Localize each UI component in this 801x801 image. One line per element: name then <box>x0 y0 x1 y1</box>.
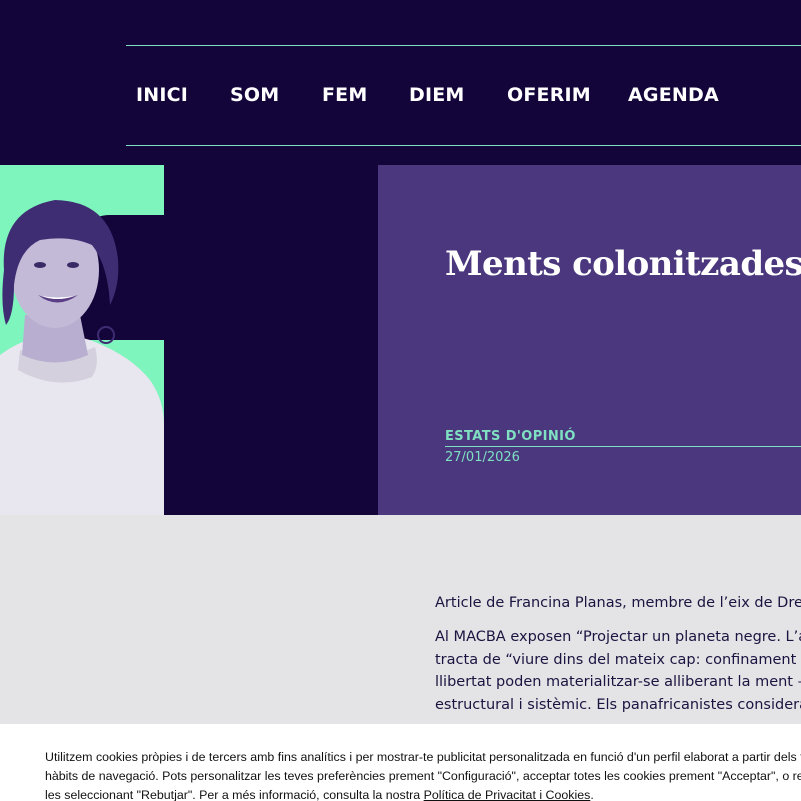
cookie-line: Utilitzem cookies pròpies i de tercers a… <box>45 750 801 764</box>
paragraph-line: llibertat poden materialitzar-se alliber… <box>435 674 801 690</box>
cookie-line-last: les seleccionant "Rebutjar". Per a més i… <box>45 786 801 801</box>
article-category[interactable]: ESTATS D'OPINIÓ <box>445 429 576 444</box>
article-paragraph: Al MACBA exposen “Projectar un planeta n… <box>435 626 801 716</box>
nav-item-som[interactable]: SOM <box>230 84 279 106</box>
cookie-banner: Utilitzem cookies pròpies i de tercers a… <box>0 724 801 801</box>
cookie-message: Utilitzem cookies pròpies i de tercers a… <box>45 748 801 801</box>
article-title: Ments colonitzades? <box>445 244 801 284</box>
main-nav: INICI SOM FEM DIEM OFERIM AGENDA <box>126 45 801 146</box>
privacy-policy-link[interactable]: Política de Privacitat i Cookies <box>424 788 591 801</box>
cookie-line-text: les seleccionant "Rebutjar". Per a més i… <box>45 788 424 801</box>
hero-title-panel <box>378 165 801 515</box>
divider <box>445 446 801 447</box>
cookie-line-end: . <box>590 788 594 801</box>
author-photo <box>0 165 164 515</box>
nav-item-diem[interactable]: DIEM <box>409 84 465 106</box>
site-header: INICI SOM FEM DIEM OFERIM AGENDA <box>0 0 801 165</box>
paragraph-line: tracta de “viure dins del mateix cap: co… <box>435 651 801 668</box>
article-body: Article de Francina Planas, membre de l’… <box>435 592 801 716</box>
paragraph-line: estructural i sistèmic. Els panafricanis… <box>435 696 801 713</box>
paragraph-line: Al MACBA exposen “Projectar un planeta n… <box>435 629 801 645</box>
nav-item-fem[interactable]: FEM <box>322 84 367 106</box>
article-date: 27/01/2026 <box>445 450 520 465</box>
nav-item-inici[interactable]: INICI <box>136 84 188 106</box>
article-intro: Article de Francina Planas, membre de l’… <box>435 595 801 611</box>
cookie-line: hàbits de navegació. Pots personalitzar … <box>45 769 801 783</box>
nav-item-oferim[interactable]: OFERIM <box>507 84 591 106</box>
nav-item-agenda[interactable]: AGENDA <box>628 84 719 106</box>
